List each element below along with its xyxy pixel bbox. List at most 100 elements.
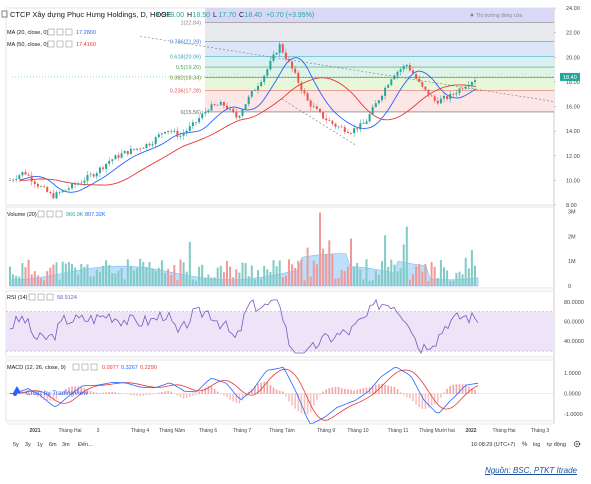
candle bbox=[102, 167, 104, 169]
volume-bar bbox=[390, 259, 393, 286]
macd-histogram-bar bbox=[415, 393, 417, 405]
volume-bar bbox=[216, 267, 219, 286]
ma50-value: 17.4160 bbox=[76, 42, 96, 48]
candle bbox=[241, 109, 244, 116]
candle bbox=[272, 54, 275, 61]
range-button[interactable]: 6m bbox=[49, 442, 57, 448]
macd-histogram-bar bbox=[282, 391, 284, 394]
macd-histogram-bar bbox=[139, 393, 141, 397]
volume-bar bbox=[343, 271, 346, 286]
volume-bar bbox=[92, 276, 95, 286]
candle bbox=[136, 148, 139, 150]
volume-bar bbox=[362, 279, 365, 286]
tradingview-chart[interactable]: 1(22.84) 0.786(21.28) 0.618(20.06) 0.5(19.2… bbox=[0, 0, 591, 484]
candle bbox=[458, 88, 461, 94]
macd-control-icons[interactable] bbox=[72, 363, 98, 371]
macd-value-2: 0.3267 bbox=[121, 365, 138, 371]
ohlc-label: C bbox=[239, 12, 244, 19]
volume-bar bbox=[176, 280, 179, 286]
candle bbox=[201, 113, 204, 119]
volume-bar bbox=[294, 267, 297, 286]
candle bbox=[325, 118, 328, 121]
macd-histogram-bar bbox=[223, 393, 225, 396]
volume-bar bbox=[226, 260, 228, 286]
volume-bar bbox=[117, 270, 120, 286]
candle bbox=[439, 98, 442, 104]
macd-histogram-bar bbox=[226, 393, 228, 398]
macd-histogram-bar bbox=[195, 393, 197, 396]
volume-bar bbox=[461, 274, 464, 286]
ma20-control-icons[interactable] bbox=[47, 28, 73, 36]
symbol-title[interactable]: CTCP Xây dựng Phục Hưng Holdings, D, HOS… bbox=[10, 10, 171, 19]
candle bbox=[461, 88, 464, 90]
range-button[interactable]: 3y bbox=[25, 442, 31, 448]
time-axis-label: Tháng Mười hai bbox=[419, 428, 455, 434]
volume-bar bbox=[408, 279, 411, 286]
volume-bar bbox=[157, 267, 160, 286]
fib-band bbox=[205, 41, 554, 57]
volume-bar bbox=[396, 271, 399, 286]
candle bbox=[83, 180, 86, 183]
candle bbox=[139, 148, 142, 150]
volume-bar bbox=[86, 264, 89, 286]
volume-control-icons[interactable] bbox=[37, 210, 63, 218]
macd-histogram-bar bbox=[347, 389, 349, 394]
macd-histogram-bar bbox=[232, 393, 234, 402]
volume-bar bbox=[154, 271, 157, 286]
macd-histogram-bar bbox=[142, 393, 145, 396]
ohlc-label: L bbox=[213, 12, 217, 19]
macd-histogram-bar bbox=[433, 393, 436, 405]
macd-histogram-bar bbox=[105, 392, 107, 394]
macd-histogram-bar bbox=[350, 389, 352, 394]
ma50-label[interactable]: MA (50, close, 0) bbox=[7, 42, 48, 48]
candle bbox=[151, 144, 154, 146]
candle bbox=[157, 134, 160, 138]
range-button[interactable]: 5y bbox=[13, 442, 19, 448]
candle bbox=[198, 118, 201, 123]
range-button[interactable]: 3m bbox=[62, 442, 70, 448]
candle bbox=[331, 120, 334, 124]
macd-histogram-bar bbox=[130, 393, 132, 396]
price-tick-label: 12.00 bbox=[566, 154, 580, 160]
rsi-label[interactable]: RSI (14) bbox=[7, 295, 28, 301]
volume-tick-label: 0 bbox=[568, 284, 571, 290]
macd-histogram-bar bbox=[210, 386, 213, 394]
volume-label[interactable]: Volume (20) bbox=[7, 212, 37, 218]
market-status-icon bbox=[470, 13, 474, 17]
chart-by-tradingview[interactable]: Chart by TradingView bbox=[26, 390, 88, 397]
candle bbox=[64, 189, 67, 191]
macd-tick-label: 1.0000 bbox=[564, 371, 581, 377]
time-axis-label: Tháng 11 bbox=[388, 428, 409, 434]
macd-histogram-bar bbox=[151, 393, 154, 395]
time-axis-label: Tháng 7 bbox=[233, 428, 252, 434]
auto-toggle[interactable]: tự động bbox=[547, 442, 566, 448]
price-tick-label: 24.00 bbox=[566, 6, 580, 12]
time-axis-label: Tháng 6 bbox=[199, 428, 218, 434]
price-tick-label: 8.00 bbox=[566, 203, 577, 209]
rsi-control-icons[interactable] bbox=[28, 293, 54, 301]
range-button[interactable]: 1y bbox=[37, 442, 43, 448]
candle bbox=[464, 86, 467, 89]
macd-histogram-bar bbox=[99, 392, 101, 394]
volume-bar bbox=[30, 274, 33, 286]
percent-toggle[interactable]: % bbox=[522, 442, 528, 448]
macd-histogram-bar bbox=[198, 391, 200, 394]
volume-bar bbox=[306, 247, 309, 286]
candle bbox=[30, 175, 33, 182]
volume-bar bbox=[139, 258, 142, 286]
ma20-label[interactable]: MA (20, close, 0) bbox=[7, 30, 48, 36]
volume-bar bbox=[195, 280, 197, 286]
log-toggle[interactable]: log bbox=[533, 442, 540, 448]
time-axis-label: 2021 bbox=[29, 428, 40, 434]
volume-bar bbox=[167, 268, 170, 286]
volume-bar bbox=[297, 260, 300, 286]
range-button[interactable]: Đến... bbox=[78, 442, 93, 448]
ma50-control-icons[interactable] bbox=[47, 40, 73, 48]
macd-histogram-bar bbox=[344, 388, 346, 394]
volume-bar bbox=[275, 266, 278, 286]
macd-histogram-bar bbox=[325, 389, 327, 394]
volume-bar bbox=[291, 264, 294, 286]
ohlc-value: 18.40 bbox=[245, 12, 263, 19]
candle bbox=[92, 174, 95, 177]
macd-label[interactable]: MACD (12, 26, close, 9) bbox=[7, 365, 66, 371]
